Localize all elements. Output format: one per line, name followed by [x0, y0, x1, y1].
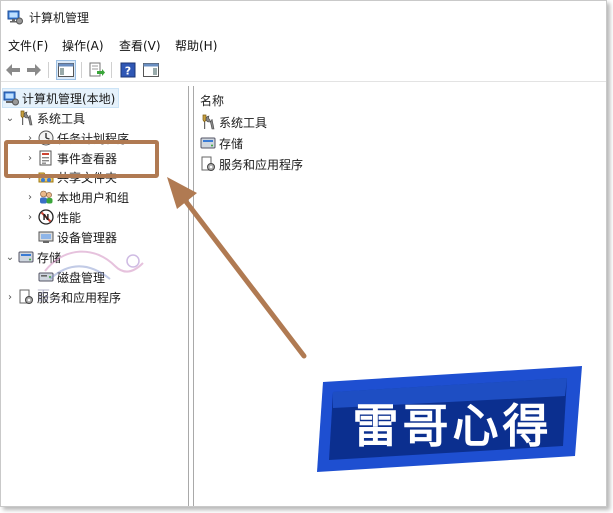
- computer-management-window: 计算机管理 文件(F) 操作(A) 查看(V) 帮助(H) ? 计算机管理(本地…: [0, 0, 607, 507]
- annotation-arrow: [167, 177, 307, 359]
